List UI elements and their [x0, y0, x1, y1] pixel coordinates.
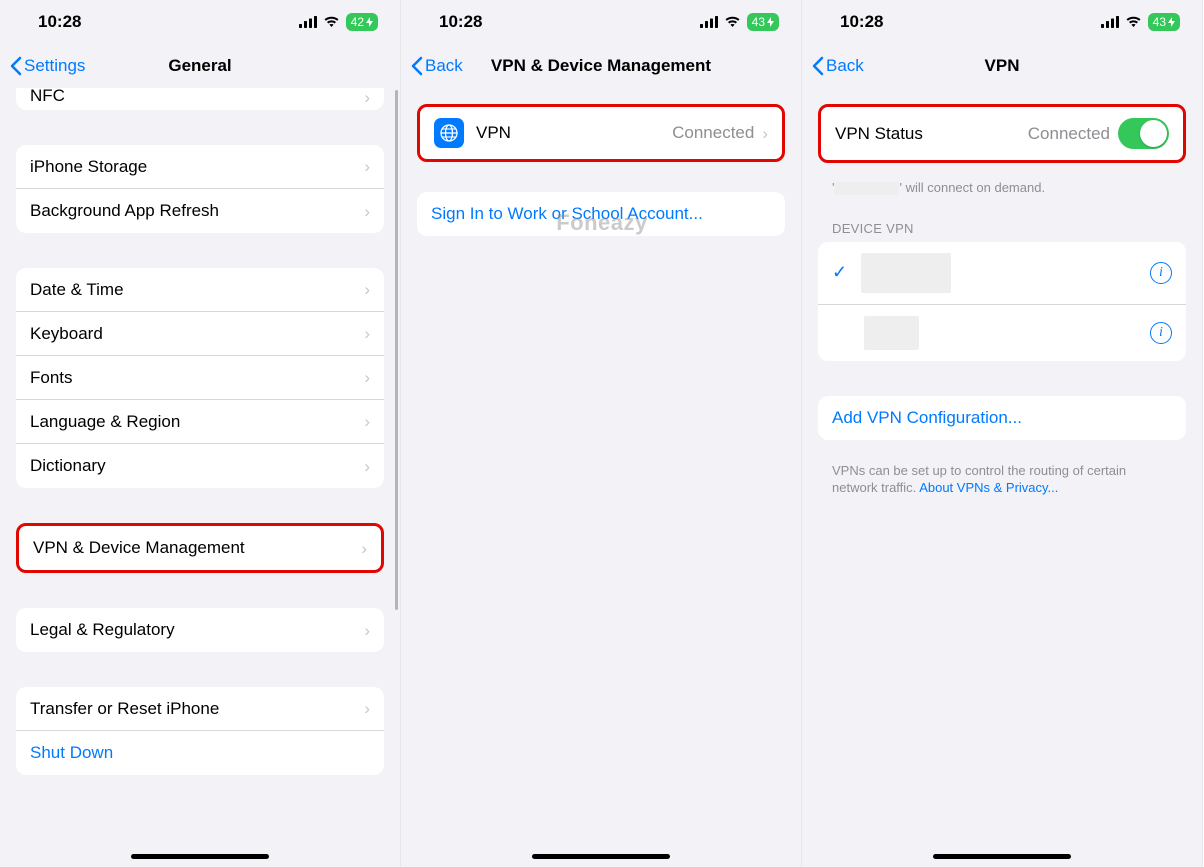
list-group-cutoff: NFC ›	[16, 88, 384, 110]
row-vpn-config-selected[interactable]: ✓ i	[818, 242, 1186, 305]
row-background-app-refresh[interactable]: Background App Refresh ›	[16, 189, 384, 233]
about-vpns-privacy-link[interactable]: About VPNs & Privacy...	[919, 480, 1058, 495]
list-group-vpn-status: VPN Status Connected	[818, 104, 1186, 163]
back-label: Back	[425, 56, 463, 76]
row-signin-work-school[interactable]: Sign In to Work or School Account...	[417, 192, 785, 236]
status-icons: 43	[1101, 13, 1180, 31]
status-icons: 43	[700, 13, 779, 31]
row-language-region[interactable]: Language & Region›	[16, 400, 384, 444]
wifi-icon	[1125, 16, 1142, 28]
back-label: Back	[826, 56, 864, 76]
chevron-left-icon	[411, 56, 423, 76]
chevron-right-icon: ›	[364, 369, 370, 386]
chevron-right-icon: ›	[364, 325, 370, 342]
status-time: 10:28	[439, 12, 482, 32]
info-icon[interactable]: i	[1150, 322, 1172, 344]
list-group-vpn-configs: ✓ i i	[818, 242, 1186, 361]
cellular-icon	[1101, 16, 1119, 28]
row-legal-regulatory[interactable]: Legal & Regulatory ›	[16, 608, 384, 652]
status-bar: 10:28 43	[802, 0, 1202, 44]
cellular-icon	[299, 16, 317, 28]
status-time: 10:28	[38, 12, 81, 32]
list-group-storage: iPhone Storage › Background App Refresh …	[16, 145, 384, 233]
chevron-right-icon: ›	[364, 203, 370, 220]
chevron-right-icon: ›	[762, 125, 768, 142]
status-bar: 10:28 43	[401, 0, 801, 44]
back-label: Settings	[24, 56, 85, 76]
status-time: 10:28	[840, 12, 883, 32]
status-bar: 10:28 42	[0, 0, 400, 44]
row-dictionary[interactable]: Dictionary›	[16, 444, 384, 488]
battery-badge: 43	[747, 13, 779, 31]
back-button[interactable]: Back	[411, 56, 463, 76]
phone-vpn-detail: 10:28 43 Back VPN VPN Status Connected '…	[802, 0, 1203, 867]
row-add-vpn-config[interactable]: Add VPN Configuration...	[818, 396, 1186, 440]
row-keyboard[interactable]: Keyboard›	[16, 312, 384, 356]
scroll-indicator[interactable]	[395, 90, 398, 610]
chevron-right-icon: ›	[364, 158, 370, 175]
battery-badge: 42	[346, 13, 378, 31]
row-nfc[interactable]: NFC ›	[16, 88, 384, 110]
section-header-device-vpn: DEVICE VPN	[802, 215, 1202, 242]
chevron-right-icon: ›	[364, 89, 370, 106]
chevron-right-icon: ›	[364, 622, 370, 639]
list-group-signin: Sign In to Work or School Account...	[417, 192, 785, 236]
chevron-left-icon	[10, 56, 22, 76]
row-vpn-status: VPN Status Connected	[821, 107, 1183, 160]
status-icons: 42	[299, 13, 378, 31]
chevron-right-icon: ›	[364, 281, 370, 298]
row-vpn[interactable]: VPN Connected ›	[420, 107, 782, 159]
back-button[interactable]: Back	[812, 56, 864, 76]
chevron-right-icon: ›	[364, 413, 370, 430]
row-iphone-storage[interactable]: iPhone Storage ›	[16, 145, 384, 189]
chevron-right-icon: ›	[361, 540, 367, 557]
back-button[interactable]: Settings	[10, 56, 85, 76]
home-indicator[interactable]	[933, 854, 1071, 859]
home-indicator[interactable]	[532, 854, 670, 859]
globe-icon	[434, 118, 464, 148]
vpn-status-detail: Connected	[1028, 124, 1110, 144]
vpn-privacy-footer: VPNs can be set up to control the routin…	[802, 456, 1202, 503]
row-transfer-reset[interactable]: Transfer or Reset iPhone ›	[16, 687, 384, 731]
row-shut-down[interactable]: Shut Down	[16, 731, 384, 775]
redacted-config	[864, 316, 919, 350]
row-fonts[interactable]: Fonts›	[16, 356, 384, 400]
cellular-icon	[700, 16, 718, 28]
list-group-legal: Legal & Regulatory ›	[16, 608, 384, 652]
chevron-left-icon	[812, 56, 824, 76]
list-group-datetime: Date & Time› Keyboard› Fonts› Language &…	[16, 268, 384, 488]
vpn-status-detail: Connected	[672, 123, 754, 143]
row-vpn-device-management[interactable]: VPN & Device Management ›	[19, 526, 381, 570]
phone-general-settings: 10:28 42 Settings General NFC › iPhone S…	[0, 0, 401, 867]
vpn-toggle[interactable]	[1118, 118, 1169, 149]
home-indicator[interactable]	[131, 854, 269, 859]
navbar: Back VPN	[802, 44, 1202, 88]
list-group-vpn-row: VPN Connected ›	[417, 104, 785, 162]
checkmark-icon: ✓	[832, 262, 847, 283]
list-group-reset: Transfer or Reset iPhone › Shut Down	[16, 687, 384, 775]
list-group-vpn: VPN & Device Management ›	[16, 523, 384, 573]
wifi-icon	[323, 16, 340, 28]
info-icon[interactable]: i	[1150, 262, 1172, 284]
redacted-name	[834, 182, 899, 195]
phone-vpn-device-mgmt: 10:28 43 Back VPN & Device Management VP…	[401, 0, 802, 867]
navbar: Back VPN & Device Management	[401, 44, 801, 88]
connect-on-demand-note: '' will connect on demand.	[802, 179, 1202, 215]
row-date-time[interactable]: Date & Time›	[16, 268, 384, 312]
redacted-config	[861, 253, 951, 293]
row-vpn-config-2[interactable]: i	[818, 305, 1186, 361]
list-group-add-config: Add VPN Configuration...	[818, 396, 1186, 440]
navbar: Settings General	[0, 44, 400, 88]
battery-badge: 43	[1148, 13, 1180, 31]
wifi-icon	[724, 16, 741, 28]
chevron-right-icon: ›	[364, 700, 370, 717]
chevron-right-icon: ›	[364, 458, 370, 475]
